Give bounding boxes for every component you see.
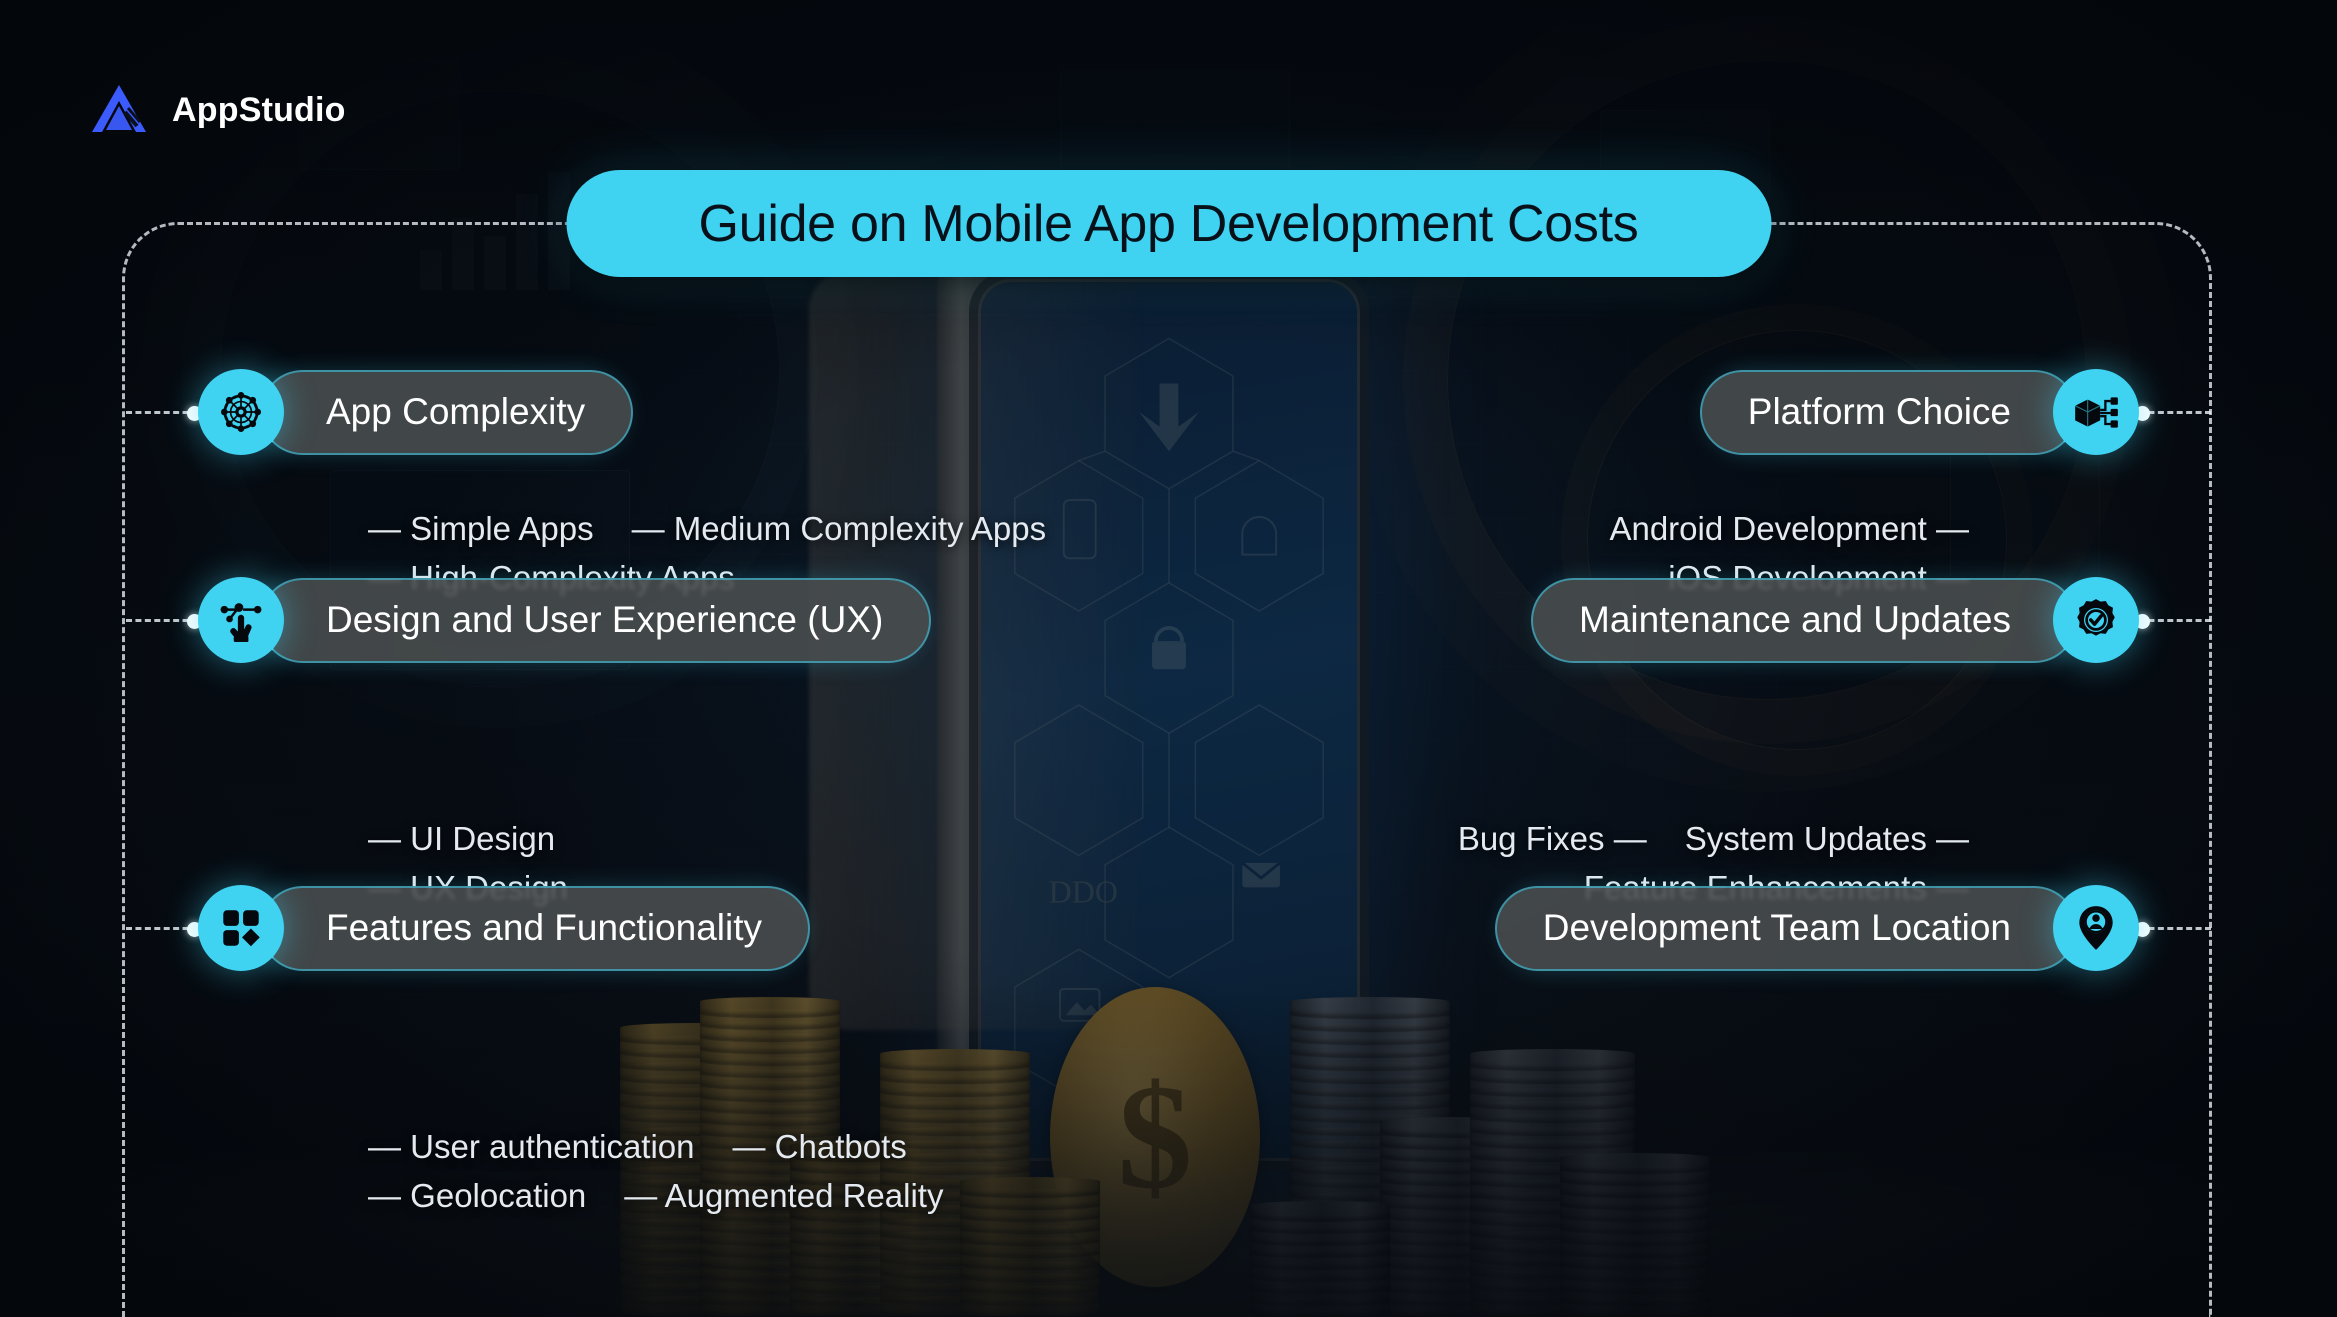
sub-item-line: — User authentication — Chatbots xyxy=(368,1130,943,1163)
section-row-app-complexity[interactable]: App Complexity xyxy=(126,369,634,455)
sub-item-line: Android Development — xyxy=(1609,512,1969,545)
section-row-features[interactable]: Features and Functionality xyxy=(126,885,811,971)
section-row-design-ux[interactable]: Design and User Experience (UX) xyxy=(126,577,932,663)
sub-item: — User authentication xyxy=(368,1128,695,1165)
page-title: Guide on Mobile App Development Costs xyxy=(698,194,1639,253)
section-label-app-complexity[interactable]: App Complexity xyxy=(260,369,634,455)
connector-line xyxy=(2135,613,2211,629)
appstudio-triangle-logo-icon xyxy=(92,85,146,132)
sub-item: — Geolocation xyxy=(368,1177,587,1214)
location-pin-person-icon[interactable] xyxy=(2053,885,2139,971)
sub-item-line: — Simple Apps — Medium Complexity Apps xyxy=(368,512,1046,545)
connector-line xyxy=(126,921,202,937)
title-banner: Guide on Mobile App Development Costs xyxy=(566,170,1771,277)
sub-item-line: Bug Fixes — System Updates — xyxy=(1458,822,1969,855)
section-label-design-ux[interactable]: Design and User Experience (UX) xyxy=(260,577,932,663)
sub-items-features: — User authentication — Chatbots — Geolo… xyxy=(368,1130,943,1228)
sub-item: — UI Design xyxy=(368,820,556,857)
brand-logo[interactable]: AppStudio xyxy=(88,82,346,138)
sub-item: — Augmented Reality xyxy=(624,1177,944,1214)
sub-item-line: — UI Design xyxy=(368,822,568,855)
infographic-foreground: AppStudio Guide on Mobile App Developmen… xyxy=(0,0,2337,1317)
connector-line xyxy=(126,405,202,421)
connector-line xyxy=(2135,405,2211,421)
section-row-team-location[interactable]: Development Team Location xyxy=(1494,885,2211,971)
section-label-team-location[interactable]: Development Team Location xyxy=(1494,885,2077,971)
sub-item: System Updates — xyxy=(1684,820,1969,857)
network-nodes-icon[interactable] xyxy=(198,369,284,455)
sub-item: — Chatbots xyxy=(732,1128,907,1165)
feature-grid-icon[interactable] xyxy=(198,885,284,971)
connector-line xyxy=(126,613,202,629)
sub-item: — Simple Apps xyxy=(368,510,594,547)
gear-check-icon[interactable] xyxy=(2053,577,2139,663)
section-row-maintenance[interactable]: Maintenance and Updates xyxy=(1531,577,2211,663)
section-label-platform-choice[interactable]: Platform Choice xyxy=(1699,369,2077,455)
sub-item: — Medium Complexity Apps xyxy=(631,510,1047,547)
cube-network-icon[interactable] xyxy=(2053,369,2139,455)
sub-item-line: — Geolocation — Augmented Reality xyxy=(368,1179,943,1212)
connector-line xyxy=(2135,921,2211,937)
section-row-platform-choice[interactable]: Platform Choice xyxy=(1699,369,2211,455)
sub-item: Bug Fixes — xyxy=(1457,820,1647,857)
section-label-maintenance[interactable]: Maintenance and Updates xyxy=(1531,577,2077,663)
touch-gesture-icon[interactable] xyxy=(198,577,284,663)
sub-item: Android Development — xyxy=(1609,510,1969,547)
section-label-features[interactable]: Features and Functionality xyxy=(260,885,811,971)
brand-name: AppStudio xyxy=(172,90,346,129)
